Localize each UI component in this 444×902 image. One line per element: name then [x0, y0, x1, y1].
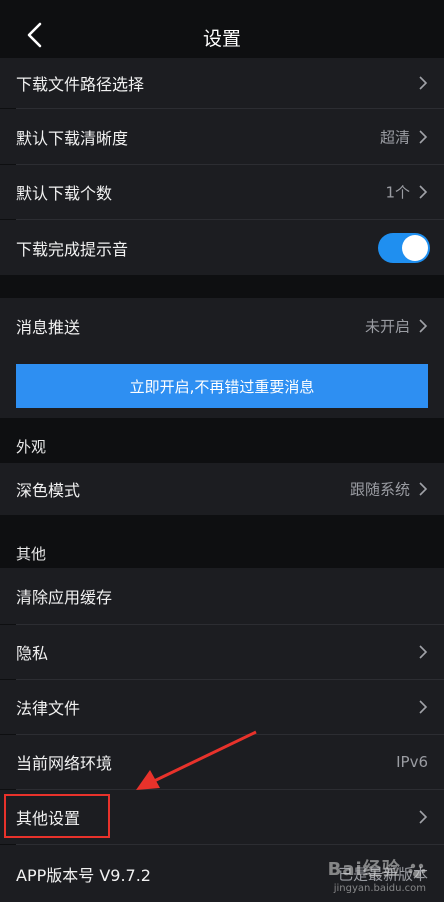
download-sound-toggle[interactable] — [378, 232, 430, 263]
row-download-count[interactable]: 默认下载个数 1个 — [0, 165, 444, 219]
annotation-highlight-box — [4, 794, 110, 838]
nav-header: 设置 — [0, 0, 444, 66]
row-download-path[interactable]: 下载文件路径选择 — [0, 58, 444, 108]
enable-notifications-button[interactable]: 立即开启,不再错过重要消息 — [16, 364, 428, 408]
row-push-notification[interactable]: 消息推送 未开启 — [0, 298, 444, 354]
chevron-right-icon — [419, 482, 428, 496]
toggle-knob — [402, 234, 428, 261]
download-quality-value: 超清 — [379, 128, 410, 146]
download-path-label: 下载文件路径选择 — [16, 75, 145, 94]
push-notification-value: 未开启 — [364, 317, 410, 336]
row-dark-mode[interactable]: 深色模式 跟随系统 — [0, 463, 444, 515]
section-other: 其他 — [16, 545, 47, 563]
row-legal[interactable]: 法律文件 — [0, 680, 444, 734]
chevron-right-icon — [419, 185, 428, 199]
download-count-label: 默认下载个数 — [16, 184, 113, 203]
page-title: 设置 — [202, 28, 241, 50]
download-quality-label: 默认下载清晰度 — [16, 128, 129, 148]
legal-label: 法律文件 — [16, 699, 81, 718]
watermark-url: jingyan.baidu.com — [333, 883, 426, 894]
annotation-arrow-icon — [136, 730, 257, 790]
chevron-right-icon — [419, 76, 428, 90]
privacy-label: 隐私 — [16, 644, 49, 663]
chevron-right-icon — [419, 319, 428, 333]
chevron-right-icon — [419, 700, 428, 714]
row-clear-cache[interactable]: 清除应用缓存 — [0, 568, 444, 624]
row-download-quality[interactable]: 默认下载清晰度 超清 — [0, 109, 444, 164]
watermark-brand: Bai经验 — [327, 859, 401, 880]
network-value: IPv6 — [396, 753, 428, 771]
chevron-right-icon — [419, 645, 428, 659]
row-download-sound: 下载完成提示音 — [0, 220, 444, 275]
download-sound-label: 下载完成提示音 — [16, 239, 129, 259]
chevron-right-icon — [419, 810, 428, 824]
baidu-watermark: Bai经验 jingyan.baidu.com — [328, 855, 426, 894]
paw-logo-icon — [408, 863, 426, 878]
row-privacy[interactable]: 隐私 — [0, 625, 444, 679]
push-notification-label: 消息推送 — [16, 318, 81, 337]
dark-mode-value: 跟随系统 — [349, 480, 410, 499]
download-count-value: 1个 — [385, 183, 410, 202]
clear-cache-label: 清除应用缓存 — [16, 588, 113, 607]
network-label: 当前网络环境 — [16, 754, 113, 773]
chevron-right-icon — [419, 129, 428, 144]
app-version-label: APP版本号 V9.7.2 — [16, 865, 151, 885]
section-appearance: 外观 — [16, 438, 47, 456]
dark-mode-label: 深色模式 — [16, 481, 81, 500]
